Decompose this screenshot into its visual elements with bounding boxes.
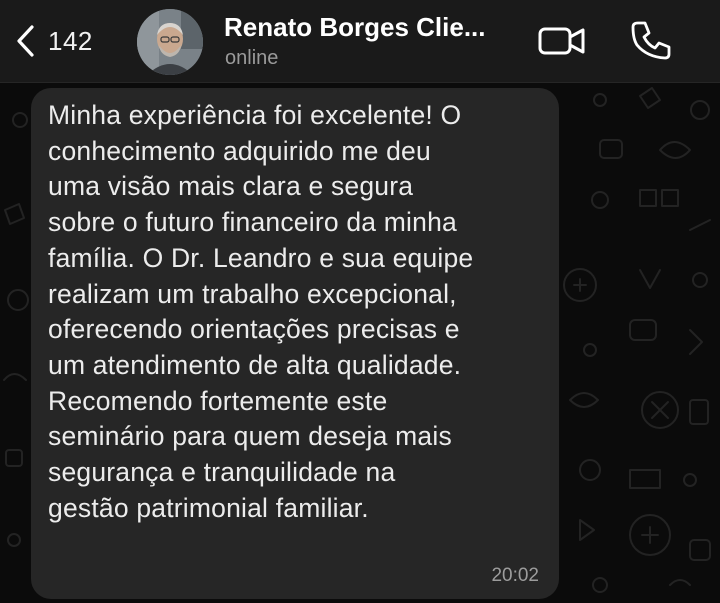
chat-header: 142 Renato Borges Clie... online: [0, 0, 720, 83]
avatar-photo: [137, 9, 203, 75]
message-line: Minha experiência foi excelente! O: [48, 100, 462, 130]
message-line: realizam um trabalho excepcional,: [48, 278, 457, 309]
contact-name[interactable]: Renato Borges Clie...: [224, 12, 520, 43]
back-button[interactable]: 142: [14, 18, 93, 64]
message-line: um atendimento de alta qualidade.: [48, 349, 462, 380]
unread-count: 142: [48, 25, 93, 56]
voice-call-button[interactable]: [628, 18, 672, 62]
message-line: conhecimento adquirido me deu: [48, 135, 431, 166]
video-camera-icon: [538, 27, 585, 55]
message-bubble[interactable]: Minha experiência foi excelente! O conhec…: [31, 88, 559, 599]
chevron-left-icon: [17, 25, 34, 57]
message-line: segurança e tranquilidade na: [48, 457, 396, 488]
phone-icon: [631, 21, 671, 60]
message-line: oferecendo orientações precisas e: [48, 314, 460, 345]
message-line: seminário para quem deseja mais: [48, 421, 452, 452]
message-line: sobre o futuro financeiro da minha: [48, 207, 457, 238]
message-timestamp: 20:02: [491, 565, 539, 586]
message-line: Recomendo fortemente este: [48, 385, 388, 416]
message-line: gestão patrimonial familiar.: [48, 492, 369, 523]
message-text: Minha experiência foi excelente! O conhec…: [48, 98, 553, 526]
contact-status: online: [225, 47, 279, 69]
avatar[interactable]: [137, 9, 203, 75]
video-call-button[interactable]: [537, 21, 587, 61]
message-line: uma visão mais clara e segura: [48, 171, 414, 202]
message-line: família. O Dr. Leandro e sua equipe: [48, 242, 474, 273]
